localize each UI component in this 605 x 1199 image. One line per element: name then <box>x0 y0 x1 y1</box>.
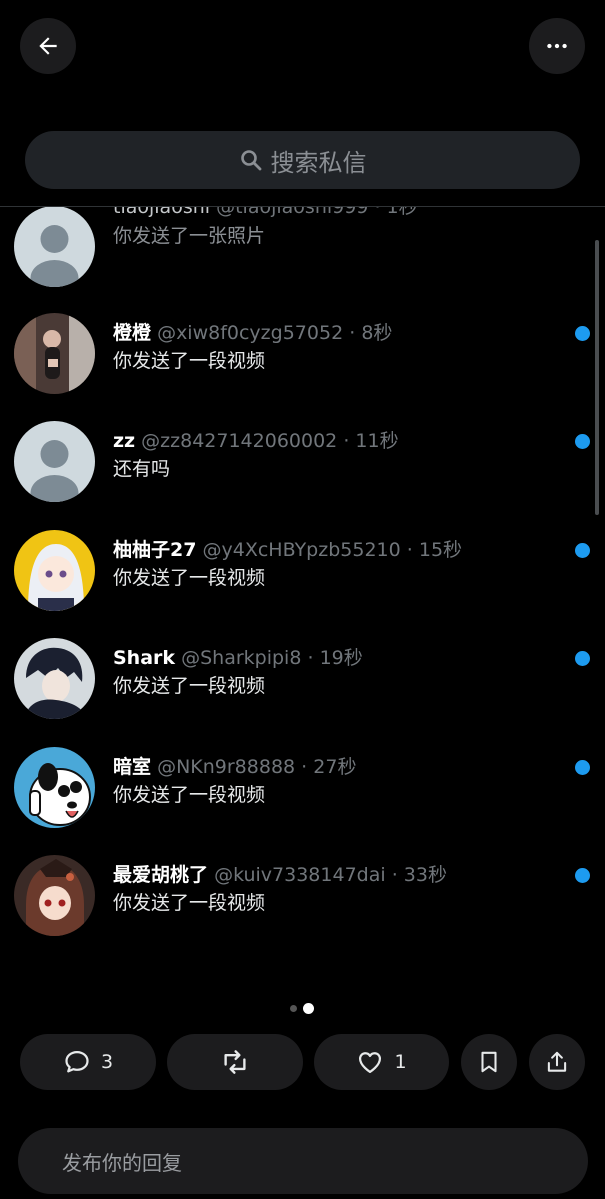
repost-button[interactable] <box>167 1034 303 1090</box>
conversation-name: 橙橙 <box>113 322 152 344</box>
more-button[interactable] <box>529 18 585 74</box>
conversation-preview: 你发送了一张照片 <box>113 225 266 247</box>
conversation-preview: 还有吗 <box>113 458 171 480</box>
comment-icon <box>65 1050 89 1073</box>
conversation-time: 1秒 <box>386 207 418 218</box>
conversation-row[interactable]: 最爱胡桃了 @kuiv7338147dai · 33秒 你发送了一段视频 <box>0 855 605 963</box>
reply-input[interactable]: 发布你的回复 <box>18 1128 588 1194</box>
conversation-name: zz <box>113 430 136 452</box>
back-button[interactable] <box>20 18 76 74</box>
avatar <box>14 313 95 394</box>
conversation-time: 8秒 <box>361 322 393 344</box>
conversation-preview: 你发送了一段视频 <box>113 350 266 372</box>
like-count: 1 <box>394 1051 407 1073</box>
conversation-name: tiaojiaoshi <box>113 207 211 218</box>
conversation-preview: 你发送了一段视频 <box>113 675 266 697</box>
conversation-time: 33秒 <box>403 864 447 886</box>
repost-icon <box>224 1050 246 1074</box>
unread-dot <box>575 543 590 558</box>
more-horizontal-icon <box>547 43 567 49</box>
conversation-preview: 你发送了一段视频 <box>113 784 266 806</box>
unread-dot <box>575 326 590 341</box>
conversation-preview: 你发送了一段视频 <box>113 892 266 914</box>
conversation-handle: @NKn9r88888 <box>157 756 296 778</box>
conversation-handle: @zz8427142060002 <box>141 430 338 452</box>
avatar <box>14 530 95 611</box>
bookmark-icon <box>481 1051 497 1073</box>
conversation-row[interactable]: 橙橙 @xiw8f0cyzg57052 · 8秒 你发送了一段视频 <box>0 313 605 421</box>
conversation-handle: @y4XcHBYpzb55210 <box>202 539 401 561</box>
share-icon <box>547 1051 567 1072</box>
conversation-time: 11秒 <box>355 430 399 452</box>
conversation-handle: @tiaojiaoshi999 <box>216 207 369 218</box>
conversation-row[interactable]: 柚柚子27 @y4XcHBYpzb55210 · 15秒 你发送了一段视频 <box>0 530 605 638</box>
unread-dot <box>575 760 590 775</box>
conversation-time: 15秒 <box>418 539 463 561</box>
share-button[interactable] <box>529 1034 585 1090</box>
conversation-row[interactable]: zz @zz8427142060002 · 11秒 还有吗 <box>0 421 605 529</box>
conversation-row[interactable]: Shark @Sharkpipi8 · 19秒 你发送了一段视频 <box>0 638 605 746</box>
conversation-preview: 你发送了一段视频 <box>113 567 266 589</box>
avatar <box>14 421 95 502</box>
avatar <box>14 747 95 828</box>
conversation-name: 柚柚子27 <box>113 539 197 561</box>
unread-dot <box>575 434 590 449</box>
image-pager <box>290 1003 314 1014</box>
search-icon <box>240 150 261 171</box>
conversation-row[interactable]: tiaojiaoshi @tiaojiaoshi999 · 1秒 你发送了一张照… <box>0 207 605 305</box>
pager-dot-active[interactable] <box>303 1003 314 1014</box>
conversation-handle: @xiw8f0cyzg57052 <box>157 322 344 344</box>
heart-icon <box>359 1052 382 1074</box>
like-button[interactable]: 1 <box>314 1034 449 1090</box>
avatar <box>14 638 95 719</box>
reply-button[interactable]: 3 <box>20 1034 156 1090</box>
reply-count: 3 <box>100 1051 114 1073</box>
avatar <box>14 855 95 936</box>
conversation-handle: @Sharkpipi8 <box>181 647 302 669</box>
search-placeholder: 搜索私信 <box>270 148 367 177</box>
unread-dot <box>575 868 590 883</box>
scrollbar[interactable] <box>595 240 599 515</box>
conversation-row[interactable]: 暗室 @NKn9r88888 · 27秒 你发送了一段视频 <box>0 747 605 855</box>
conversation-handle: @kuiv7338147dai <box>214 864 386 886</box>
search-bar[interactable]: 搜索私信 <box>25 131 580 189</box>
bookmark-button[interactable] <box>461 1034 517 1090</box>
conversation-name: 暗室 <box>113 756 152 778</box>
reply-placeholder: 发布你的回复 <box>62 1150 182 1175</box>
conversation-list: tiaojiaoshi @tiaojiaoshi999 · 1秒 你发送了一张照… <box>0 207 605 967</box>
conversation-name: 最爱胡桃了 <box>113 864 209 886</box>
conversation-time: 27秒 <box>313 756 357 778</box>
conversation-time: 19秒 <box>319 647 363 669</box>
conversation-name: Shark <box>113 647 176 669</box>
pager-dot[interactable] <box>290 1005 297 1012</box>
avatar <box>14 207 95 287</box>
unread-dot <box>575 651 590 666</box>
arrow-left-icon <box>39 37 57 55</box>
